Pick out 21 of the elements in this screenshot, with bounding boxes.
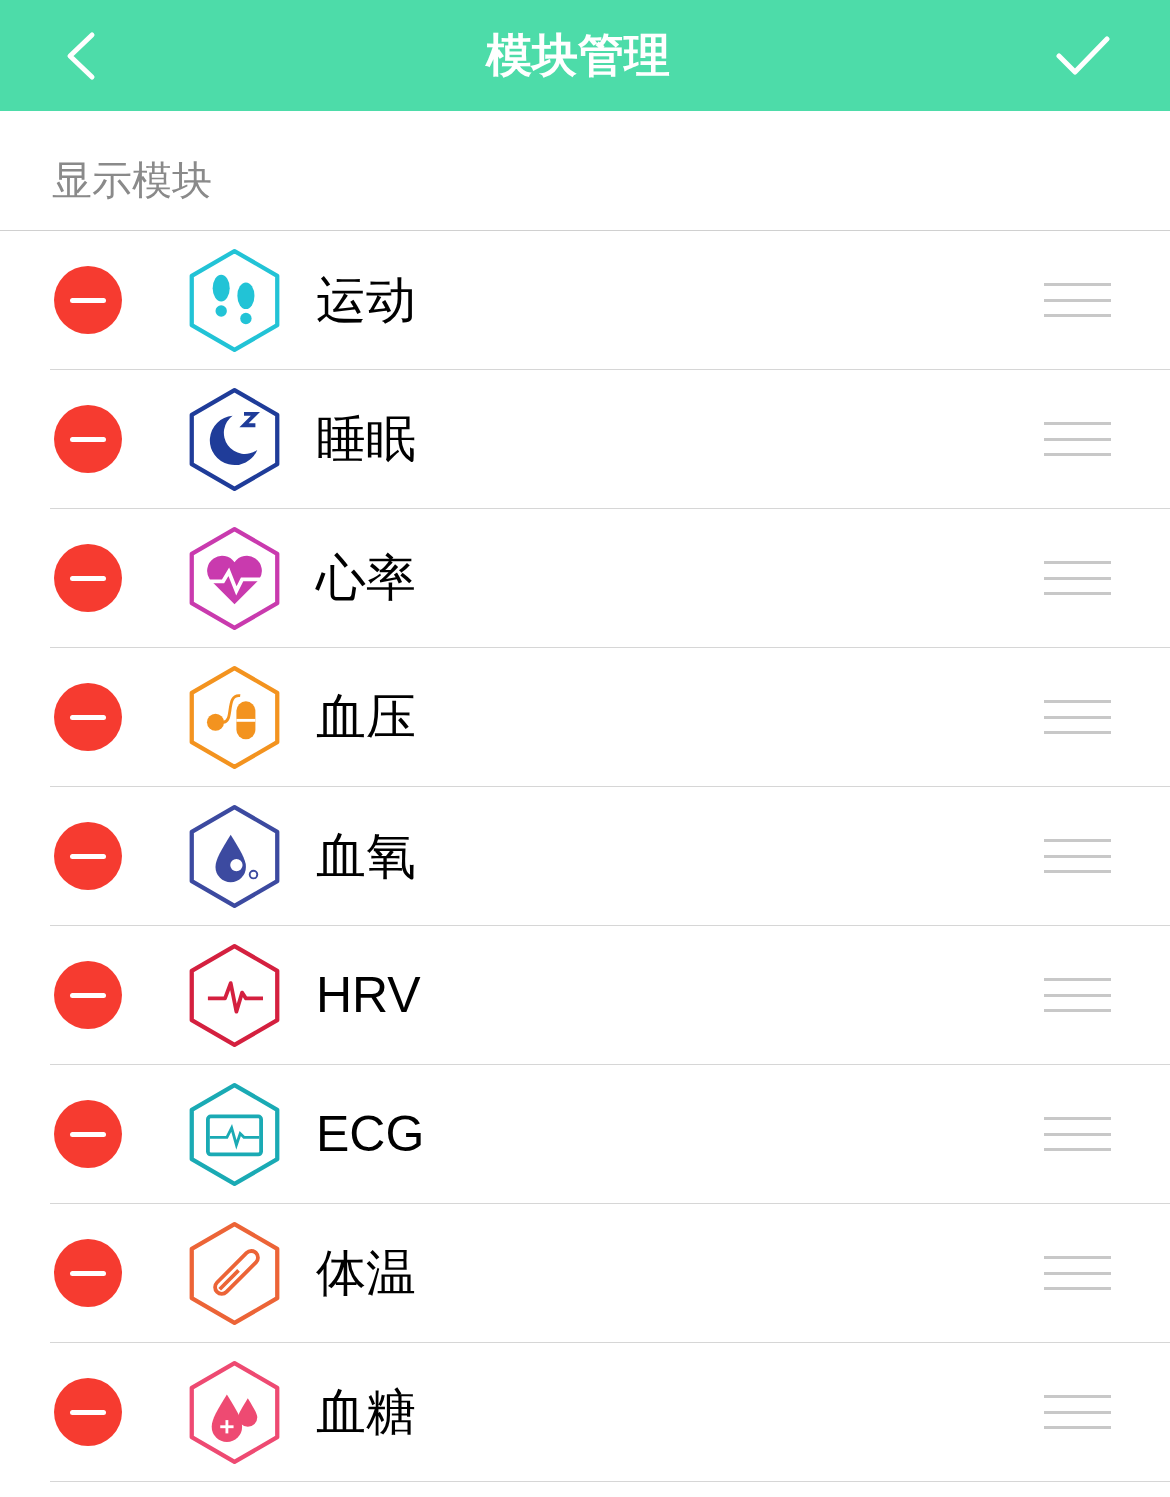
page-title: 模块管理: [486, 28, 670, 83]
module-label: 心率: [316, 548, 417, 608]
drag-handle-icon[interactable]: [1044, 978, 1111, 1012]
module-label: 血压: [316, 687, 417, 747]
confirm-icon[interactable]: [1056, 33, 1110, 78]
drag-handle-icon[interactable]: [1044, 1395, 1111, 1429]
drag-handle-icon[interactable]: [1044, 700, 1111, 734]
drag-handle-icon[interactable]: [1044, 283, 1111, 317]
module-label: HRV: [316, 965, 422, 1025]
drag-handle-icon[interactable]: [1044, 561, 1111, 595]
module-label: 运动: [316, 270, 417, 330]
drag-handle-icon[interactable]: [1044, 422, 1111, 456]
module-label: 血氧: [316, 826, 417, 886]
module-label: 体温: [316, 1243, 417, 1303]
drag-handle-icon[interactable]: [1044, 839, 1111, 873]
module-label: 血糖: [316, 1382, 417, 1442]
drag-handle-icon[interactable]: [1044, 1256, 1111, 1290]
section-label: 显示模块: [52, 157, 212, 204]
drag-handle-icon[interactable]: [1044, 1117, 1111, 1151]
module-label: ECG: [316, 1104, 426, 1164]
module-label: 睡眠: [316, 409, 417, 469]
